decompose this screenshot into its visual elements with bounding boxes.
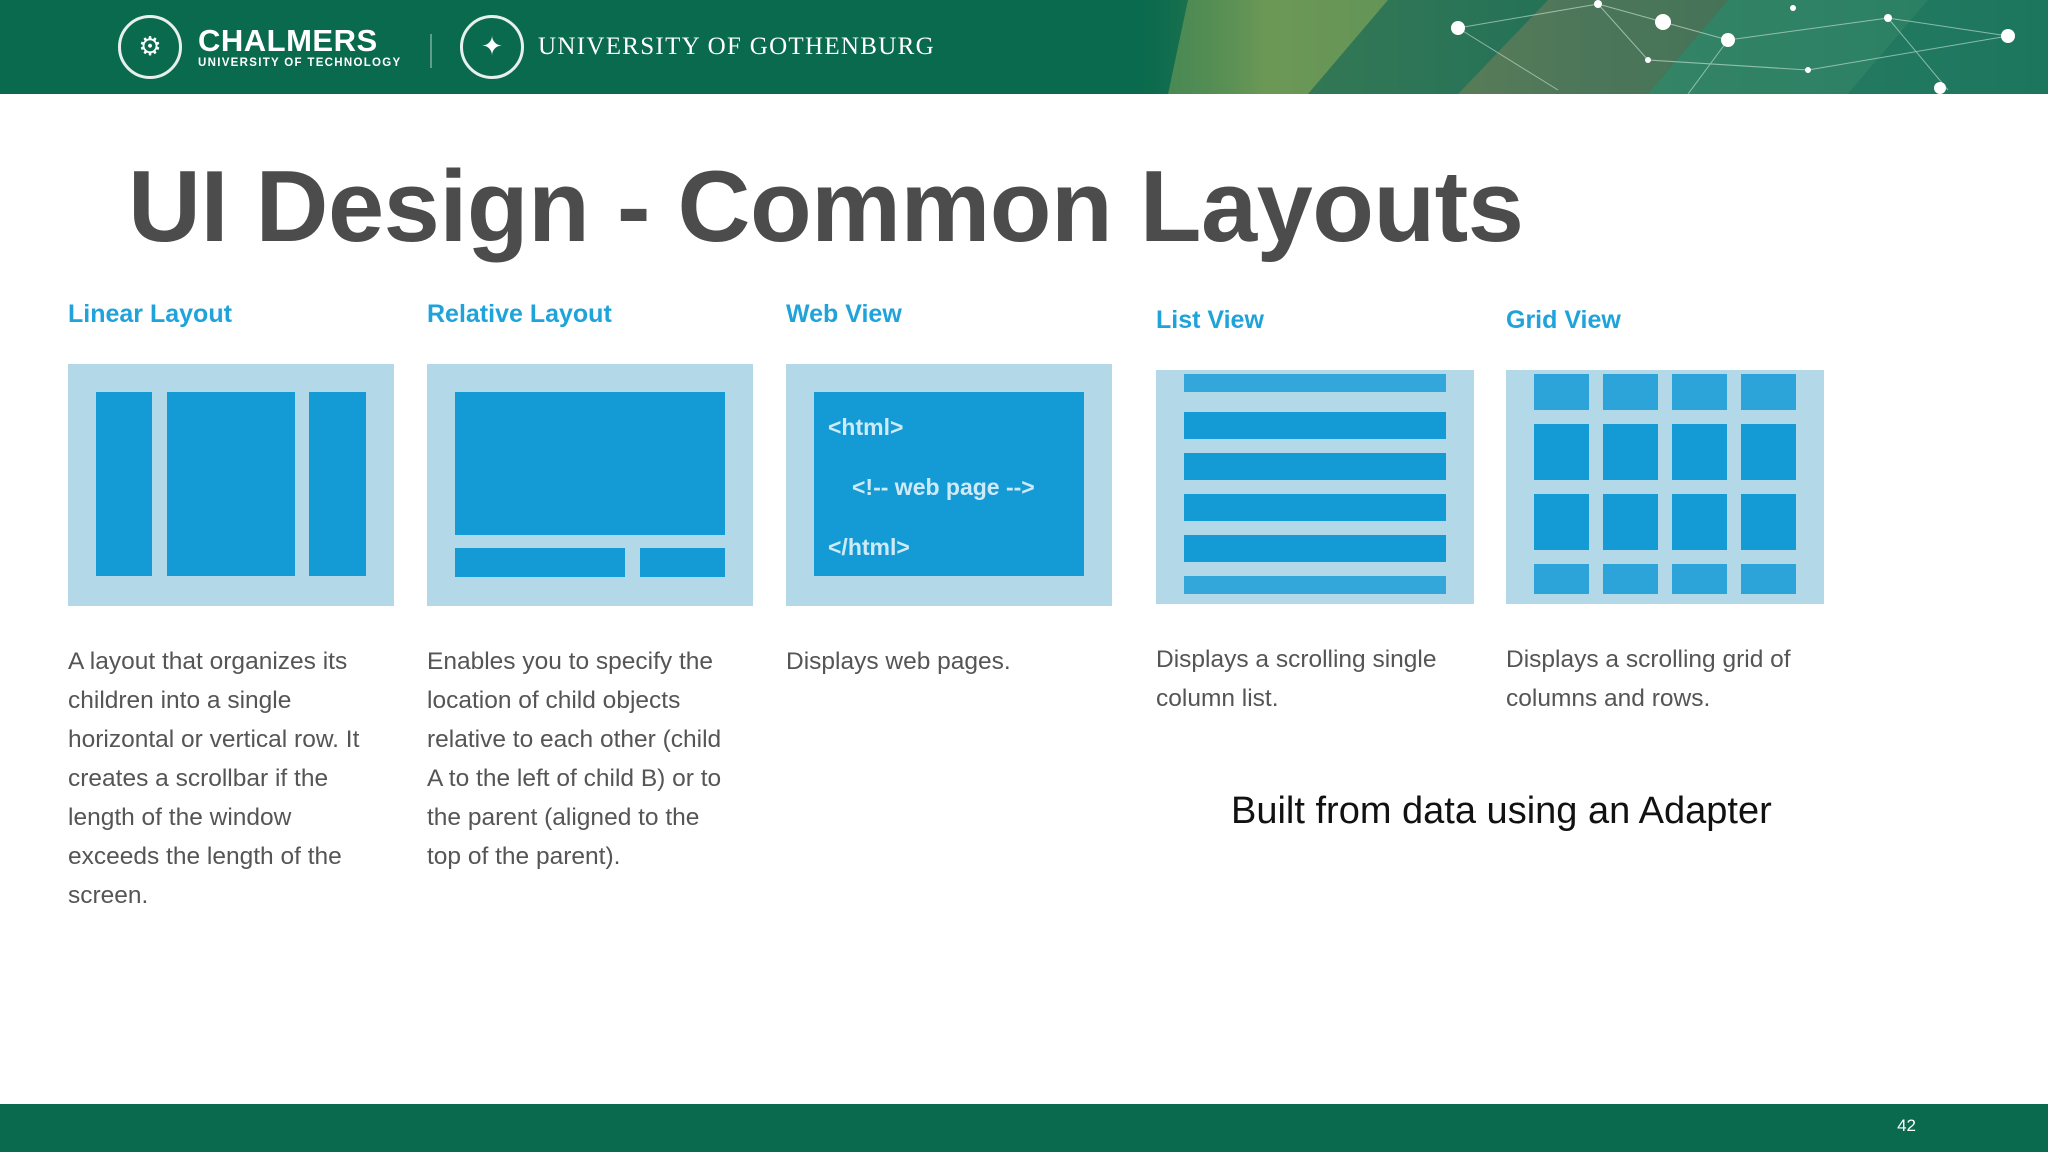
grid-cell xyxy=(1672,424,1727,480)
grid-cell xyxy=(1534,424,1589,480)
grid-cell xyxy=(1741,494,1796,550)
list-view-diagram xyxy=(1156,370,1474,604)
list-row xyxy=(1184,453,1446,480)
web-view-diagram: <html> <!-- web page --> </html> xyxy=(786,364,1112,606)
chalmers-subtitle: UNIVERSITY OF TECHNOLOGY xyxy=(198,57,402,69)
grid-cell xyxy=(1741,374,1796,410)
chalmers-logo: ⚙ CHALMERS UNIVERSITY OF TECHNOLOGY xyxy=(118,0,402,94)
grid-cell xyxy=(1534,494,1589,550)
grid-cell xyxy=(1672,564,1727,594)
gu-logo: ✦ UNIVERSITY OF GOTHENBURG xyxy=(460,0,935,94)
grid-view-title: Grid View xyxy=(1506,306,1621,334)
web-view-description: Displays web pages. xyxy=(786,648,1011,675)
relative-layout-description: Enables you to specify the location of c… xyxy=(427,648,722,870)
web-page-comment: <!-- web page --> xyxy=(852,474,1035,500)
relative-layout-title: Relative Layout xyxy=(427,300,612,328)
relative-child-block xyxy=(455,548,625,577)
relative-child-block xyxy=(455,392,725,535)
linear-layout-description: A layout that organizes its children int… xyxy=(68,648,360,909)
grid-cell xyxy=(1534,564,1589,594)
list-row xyxy=(1184,412,1446,439)
logo-divider xyxy=(430,34,432,68)
html-open-tag: <html> xyxy=(828,414,904,440)
adapter-note: Built from data using an Adapter xyxy=(1231,790,1772,832)
relative-child-block xyxy=(640,548,725,577)
web-view-title: Web View xyxy=(786,300,902,328)
slide-title: UI Design - Common Layouts xyxy=(128,151,1524,263)
linear-layout-title: Linear Layout xyxy=(68,300,232,328)
chalmers-name: CHALMERS xyxy=(198,23,378,58)
grid-cell xyxy=(1672,374,1727,410)
network-pattern-decoration xyxy=(1128,0,2048,94)
grid-cell xyxy=(1603,374,1658,410)
relative-layout-diagram xyxy=(427,364,753,606)
gu-name: UNIVERSITY OF GOTHENBURG xyxy=(538,33,935,60)
list-row xyxy=(1184,494,1446,521)
grid-cell xyxy=(1603,494,1658,550)
list-row xyxy=(1184,535,1446,562)
linear-child-block xyxy=(167,392,295,576)
grid-cell xyxy=(1534,374,1589,410)
grid-view-diagram xyxy=(1506,370,1824,604)
grid-cell xyxy=(1672,494,1727,550)
footer-bar: 42 xyxy=(0,1104,2048,1152)
header-bar: ⚙ CHALMERS UNIVERSITY OF TECHNOLOGY ✦ UN… xyxy=(0,0,2048,94)
chalmers-seal-icon: ⚙ xyxy=(118,15,182,79)
list-row xyxy=(1184,576,1446,594)
grid-cell xyxy=(1741,564,1796,594)
linear-child-block xyxy=(309,392,366,576)
grid-cell xyxy=(1603,424,1658,480)
linear-child-block xyxy=(96,392,152,576)
web-page-block: <html> <!-- web page --> </html> xyxy=(814,392,1084,576)
gu-seal-icon: ✦ xyxy=(460,15,524,79)
html-close-tag: </html> xyxy=(828,534,910,560)
linear-layout-diagram xyxy=(68,364,394,606)
list-row xyxy=(1184,374,1446,392)
page-number: 42 xyxy=(1897,1116,1916,1135)
grid-cell xyxy=(1741,424,1796,480)
grid-view-description: Displays a scrolling grid of columns and… xyxy=(1506,646,1791,712)
list-view-title: List View xyxy=(1156,306,1264,334)
grid-cell xyxy=(1603,564,1658,594)
list-view-description: Displays a scrolling single column list. xyxy=(1156,646,1437,712)
